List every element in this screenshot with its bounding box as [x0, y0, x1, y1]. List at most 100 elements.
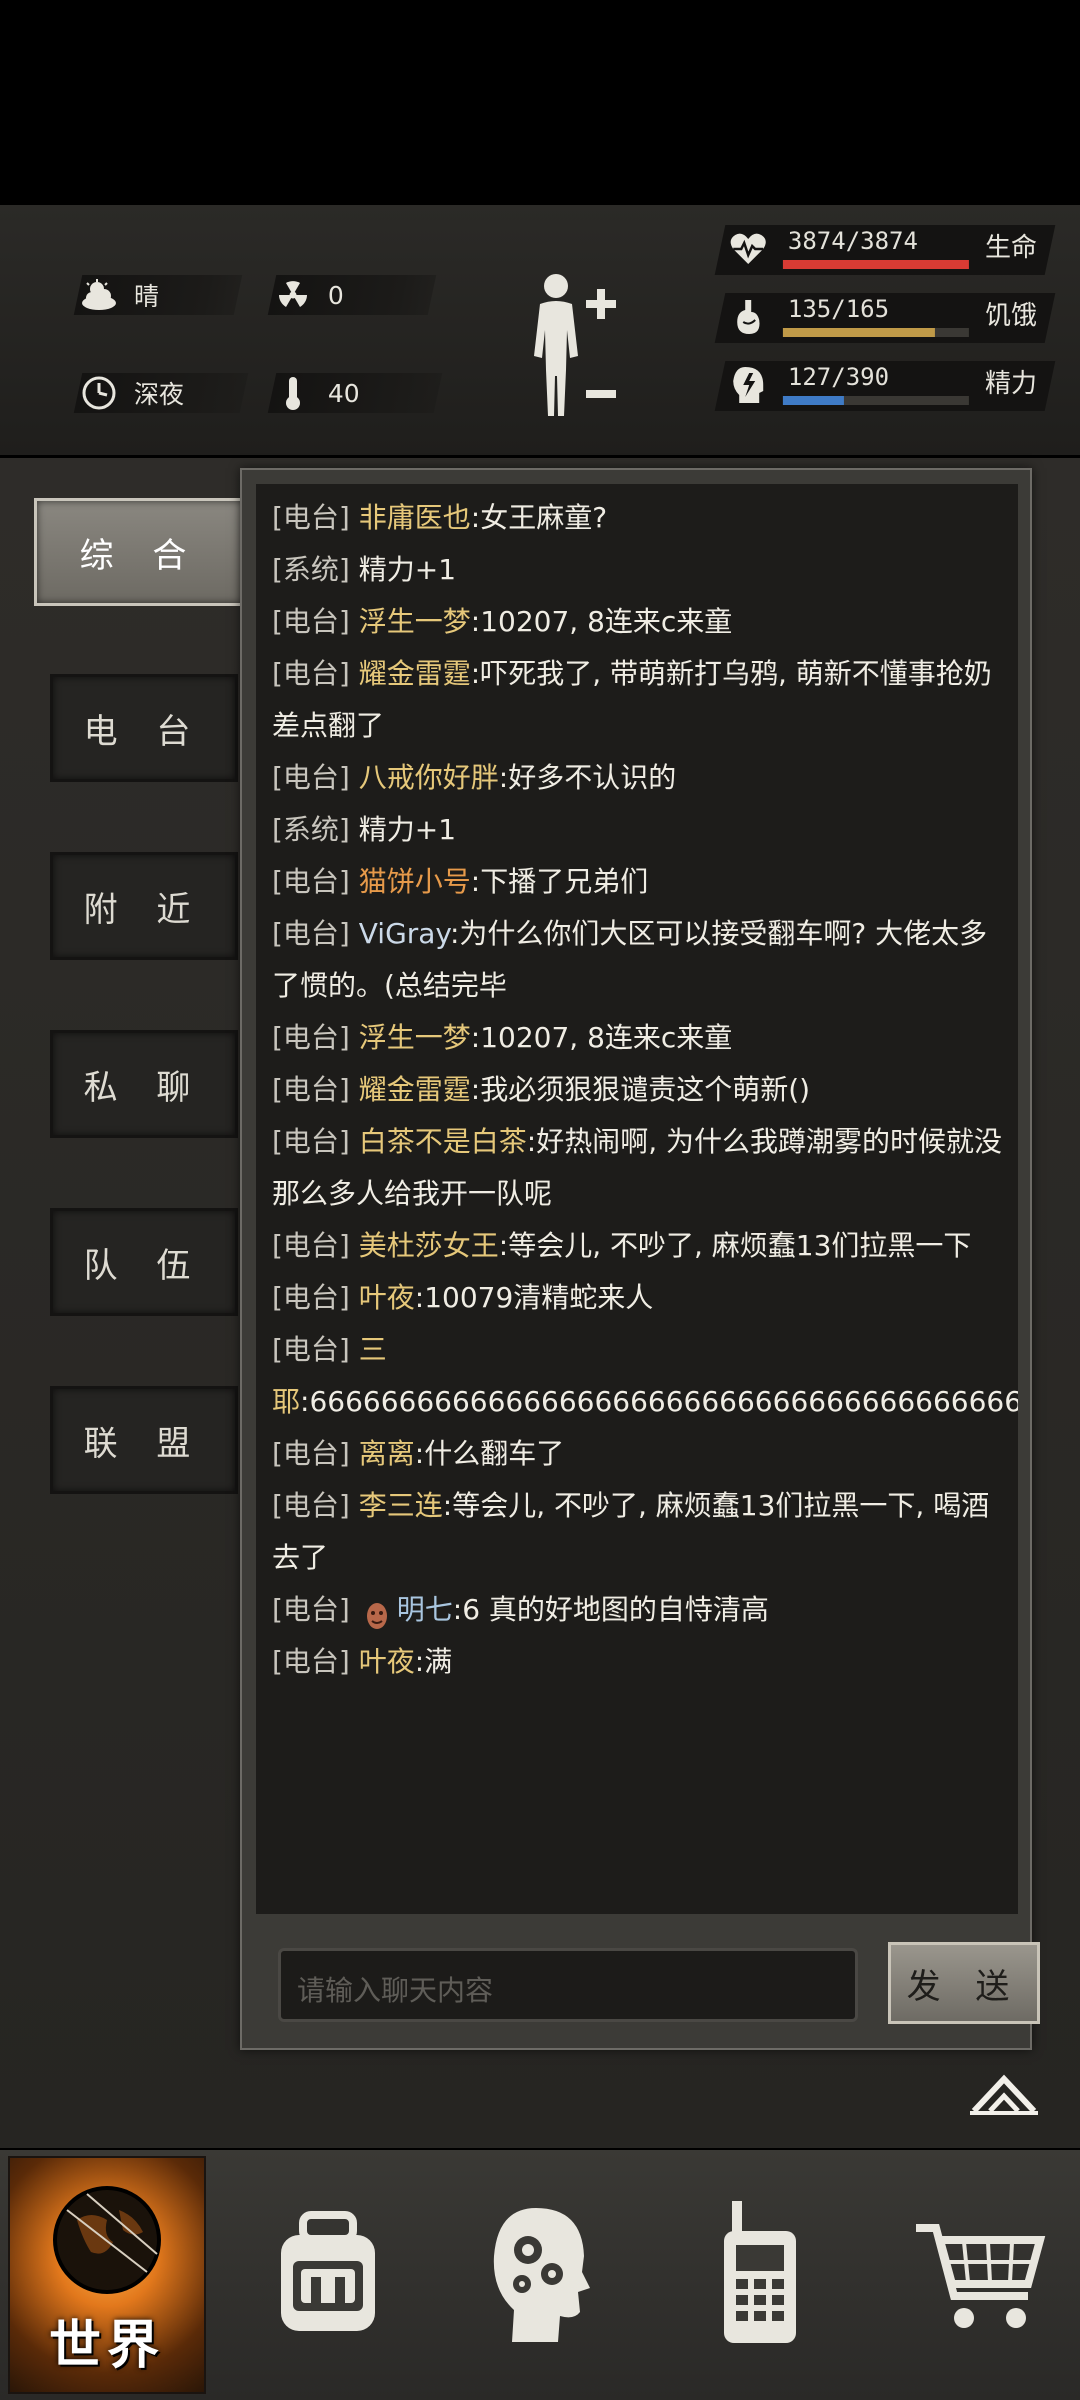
message-text: 精力+1 [358, 553, 457, 586]
message-channel: [电台] [272, 605, 359, 638]
bottom-nav: 世界 [0, 2150, 1080, 2400]
collapse-button[interactable] [964, 2063, 1044, 2123]
message-sender[interactable]: 叶夜 [359, 1281, 415, 1314]
vital-bar [782, 396, 969, 405]
weather-label: 晴 [134, 282, 160, 311]
chat-message: [系统] 精力+1 [272, 804, 1008, 856]
message-channel: [电台] [272, 1073, 359, 1106]
nav-radio-button[interactable] [660, 2150, 860, 2400]
message-list[interactable]: [电台] 非庸医也:女王麻童? [系统] 精力+1 [电台] 浮生一梦:10207,… [256, 484, 1018, 1914]
chat-message: [电台] 八戒你好胖:好多不认识的 [272, 752, 1008, 804]
status-panel: 晴 0 深夜 40 3874/3874 生命 135/165 饥饿 127/390 精力 [0, 205, 1080, 455]
thermometer-icon [272, 373, 314, 413]
radiation-stat: 0 [267, 275, 437, 315]
message-channel: [电台] [272, 1437, 359, 1470]
tab-nearby[interactable]: 附 近 [50, 852, 238, 960]
body-status-button[interactable] [520, 270, 630, 430]
message-channel: [电台] [272, 1281, 359, 1314]
message-sender[interactable]: ViGray [359, 917, 450, 950]
cart-icon [916, 2224, 1046, 2328]
message-channel: [系统] [272, 813, 359, 846]
message-sender[interactable]: 耀金雷霆 [359, 1073, 471, 1106]
nav-skills-button[interactable] [442, 2150, 642, 2400]
chat-message: [电台] ViGray:为什么你们大区可以接受翻车啊? 大佬太多了惯的。(总结完… [272, 908, 1008, 1012]
message-sender[interactable]: 八戒你好胖 [359, 761, 499, 794]
nav-shop-button[interactable] [880, 2150, 1080, 2400]
chat-input[interactable]: 请输入聊天内容 [278, 1948, 858, 2022]
message-channel: [电台] [272, 1125, 359, 1158]
message-sender[interactable]: 耀金雷霆 [359, 657, 471, 690]
chat-message: [电台] 明七:6 真的好地图的自恃清高 [272, 1584, 1008, 1636]
chat-message: [电台] 美杜莎女王:等会儿, 不吵了, 麻烦蠢13们拉黑一下 [272, 1220, 1008, 1272]
vital-0: 3874/3874 生命 [714, 225, 1056, 275]
message-channel: [系统] [272, 553, 359, 586]
tab-alliance[interactable]: 联 盟 [50, 1386, 238, 1494]
message-text: :好多不认识的 [498, 761, 677, 794]
message-channel: [电台] [272, 1593, 359, 1626]
chat-message: [电台] 离离:什么翻车了 [272, 1428, 1008, 1480]
chat-message: [系统] 精力+1 [272, 544, 1008, 596]
vital-bar-fill [782, 260, 969, 269]
message-sender[interactable]: 美杜莎女王 [359, 1229, 499, 1262]
message-text: :10207, 8连来c来童 [470, 1021, 733, 1054]
message-sender[interactable]: 明七 [397, 1593, 453, 1626]
message-text: :10079清精蛇来人 [414, 1281, 654, 1314]
vital-bar [782, 328, 969, 337]
energy-head-icon [728, 365, 768, 405]
message-channel: [电台] [272, 761, 359, 794]
radiation-icon [272, 275, 314, 315]
time-stat: 深夜 [73, 373, 249, 413]
human-body-icon [534, 274, 616, 416]
tab-general[interactable]: 综 合 [34, 498, 246, 606]
tab-team[interactable]: 队 伍 [50, 1208, 238, 1316]
message-text: :满 [414, 1645, 453, 1678]
nav-backpack-button[interactable] [228, 2150, 428, 2400]
message-sender[interactable]: 非庸医也 [359, 501, 471, 534]
message-sender[interactable]: 白茶不是白茶 [359, 1125, 527, 1158]
globe-icon [53, 2186, 161, 2294]
message-sender[interactable]: 离离 [359, 1437, 415, 1470]
vital-1: 135/165 饥饿 [714, 293, 1056, 343]
backpack-icon [281, 2211, 375, 2331]
chat-message: [电台] 非庸医也:女王麻童? [272, 492, 1008, 544]
message-sender[interactable]: 李三连 [359, 1489, 443, 1522]
radiation-value: 0 [328, 280, 344, 310]
message-text: :6 真的好地图的自恃清高 [452, 1593, 769, 1626]
time-label: 深夜 [134, 380, 185, 409]
message-text: :下播了兄弟们 [470, 865, 649, 898]
stomach-icon [728, 297, 768, 337]
vital-value: 127/390 [787, 363, 890, 391]
chat-message: [电台] 浮生一梦:10207, 8连来c来童 [272, 1012, 1008, 1064]
message-text: 精力+1 [358, 813, 457, 846]
message-sender[interactable]: 浮生一梦 [359, 605, 471, 638]
nav-world-button[interactable]: 世界 [8, 2156, 206, 2394]
head-gears-icon [493, 2208, 590, 2342]
message-sender[interactable]: 浮生一梦 [359, 1021, 471, 1054]
message-text: :10207, 8连来c来童 [470, 605, 733, 638]
heart-pulse-icon [728, 229, 768, 269]
vital-name: 饥饿 [984, 301, 1037, 331]
weather-stat: 晴 [73, 275, 243, 315]
message-sender[interactable]: 叶夜 [359, 1645, 415, 1678]
message-text: :等会儿, 不吵了, 麻烦蠢13们拉黑一下 [498, 1229, 972, 1262]
message-text: :666666666666666666666666666666666666666… [300, 1385, 1018, 1418]
message-channel: [电台] [272, 1021, 359, 1054]
chat-panel: [电台] 非庸医也:女王麻童? [系统] 精力+1 [电台] 浮生一梦:10207,… [240, 468, 1040, 2050]
message-channel: [电台] [272, 1229, 359, 1262]
cloud-sun-icon [78, 275, 120, 315]
temperature-stat: 40 [267, 373, 443, 413]
tab-private[interactable]: 私 聊 [50, 1030, 238, 1138]
vital-value: 3874/3874 [787, 227, 918, 255]
message-text: :什么翻车了 [414, 1437, 565, 1470]
message-channel: [电台] [272, 917, 359, 950]
message-sender[interactable]: 猫饼小号 [359, 865, 471, 898]
vital-bar-fill [782, 328, 936, 337]
message-channel: [电台] [272, 1333, 359, 1366]
tab-radio[interactable]: 电 台 [50, 674, 238, 782]
chat-message: [电台] 白茶不是白茶:好热闹啊, 为什么我蹲潮雾的时候就没那么多人给我开一队呢 [272, 1116, 1008, 1220]
face-avatar-icon [365, 1596, 389, 1629]
chat-screen: 综 合 电 台 附 近 私 聊 队 伍 联 盟 [电台] 非庸医也:女王麻童?[… [0, 458, 1080, 2148]
clock-icon [78, 373, 120, 413]
chat-message: [电台] 耀金雷霆:吓死我了, 带萌新打乌鸦, 萌新不懂事抢奶差点翻了 [272, 648, 1008, 752]
send-button[interactable]: 发 送 [888, 1942, 1040, 2024]
